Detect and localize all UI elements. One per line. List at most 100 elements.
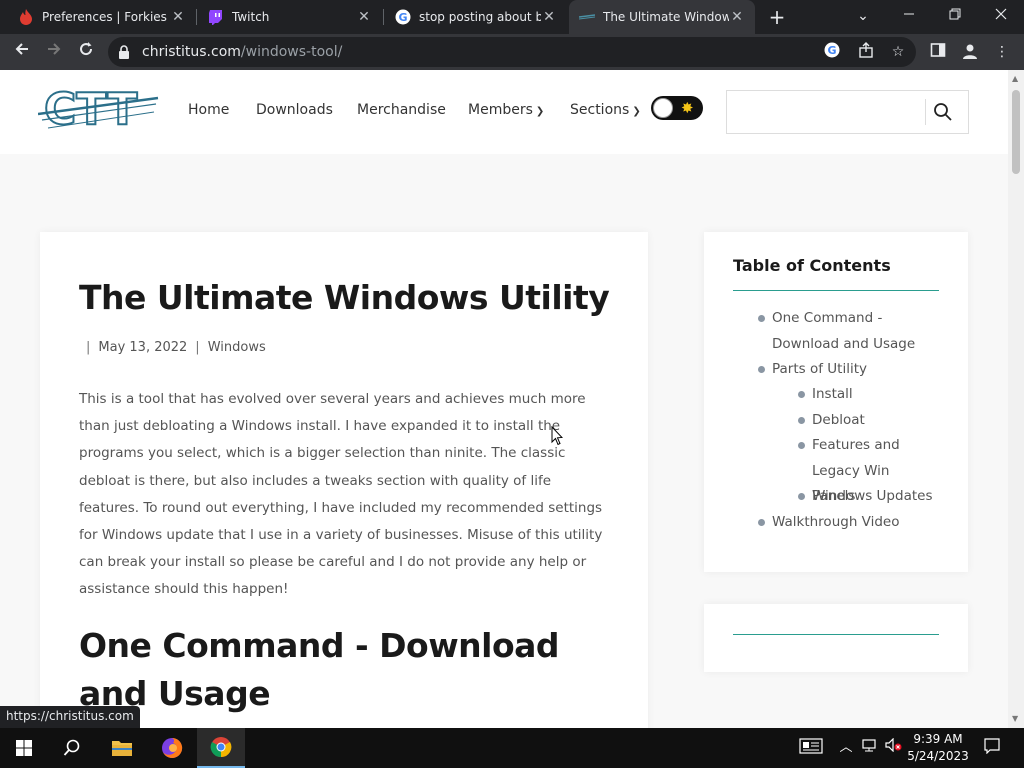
ctt-logo[interactable]: CTT [37, 83, 160, 136]
bullet-dot [758, 366, 765, 373]
search-input[interactable] [727, 91, 923, 133]
toc-item-label: Walkthrough Video [772, 514, 900, 530]
notifications-icon[interactable] [982, 738, 1002, 758]
status-bubble: https://christitus.com [0, 706, 140, 728]
tab-twitch[interactable]: Twitch ✕ [198, 0, 382, 34]
google-lens-icon[interactable]: G [822, 42, 842, 62]
post-category[interactable]: Windows [208, 340, 266, 355]
logo-text: CTT [44, 84, 137, 135]
toc-item-install[interactable]: Install [798, 382, 942, 408]
share-icon[interactable] [856, 42, 876, 62]
minimize-icon[interactable] [886, 0, 932, 34]
sidebar-widget [704, 604, 968, 672]
tab-title: Preferences | Forkies W [42, 10, 170, 24]
nav-sections[interactable]: Sections ❯ [570, 102, 641, 118]
toc-item-label: Debloat [812, 412, 865, 428]
flame-icon [18, 9, 34, 25]
forward-icon[interactable] [40, 38, 68, 66]
close-tab-icon[interactable]: ✕ [170, 9, 186, 25]
url-path: /windows-tool/ [240, 44, 343, 60]
profile-icon[interactable] [960, 42, 980, 62]
windows-taskbar: ︿ 9:39 AM 5/24/2023 [0, 728, 1024, 768]
theme-toggle[interactable]: ✸ [651, 96, 703, 120]
toggle-knob [653, 98, 673, 118]
tab-preferences[interactable]: Preferences | Forkies W ✕ [8, 0, 196, 34]
google-icon: G [395, 9, 411, 25]
nav-downloads[interactable]: Downloads [256, 102, 333, 118]
nav-merchandise[interactable]: Merchandise [357, 102, 446, 118]
page-scrollbar[interactable]: ▲ ▼ [1008, 70, 1024, 728]
network-icon[interactable] [860, 738, 880, 758]
back-icon[interactable] [8, 38, 36, 66]
toc-item-parts-of-utility[interactable]: Parts of Utility [758, 357, 922, 383]
reload-icon[interactable] [72, 38, 100, 66]
browser-toolbar: christitus.com/windows-tool/ G ☆ ⋮ [0, 34, 1024, 70]
toc-item-walkthrough[interactable]: Walkthrough Video [758, 510, 952, 536]
scroll-up-icon[interactable]: ▲ [1012, 74, 1018, 83]
nav-members-label: Members [468, 102, 533, 118]
site-search [726, 90, 969, 134]
toc-divider [733, 290, 939, 291]
toc-title: Table of Contents [733, 256, 891, 275]
close-window-icon[interactable] [978, 0, 1024, 34]
tab-divider [196, 9, 197, 25]
firefox-icon[interactable] [148, 728, 196, 768]
tab-title: Twitch [232, 10, 270, 24]
side-panel-icon[interactable] [928, 42, 948, 62]
post-meta: | May 13, 2022 | Windows [86, 340, 266, 355]
toc-item-label: Install [812, 386, 853, 402]
twitch-icon [208, 9, 224, 25]
meta-separator: | [86, 340, 91, 355]
mouse-cursor-icon [551, 425, 564, 446]
tab-title: The Ultimate Windows [603, 10, 729, 24]
chevron-down-icon: ❯ [535, 106, 545, 117]
windows-start-icon[interactable] [0, 728, 48, 768]
file-explorer-icon[interactable] [98, 728, 146, 768]
toc-item-windows-updates[interactable]: Windows Updates [798, 484, 952, 510]
search-icon[interactable] [48, 728, 96, 768]
toc-item-debloat[interactable]: Debloat [798, 408, 942, 434]
chevron-down-icon: ❯ [632, 106, 641, 117]
bullet-dot [758, 315, 765, 322]
tab-ultimate-windows[interactable]: The Ultimate Windows ✕ [569, 0, 755, 34]
close-tab-icon[interactable]: ✕ [729, 9, 745, 25]
meta-separator: | [195, 340, 200, 355]
page-title: The Ultimate Windows Utility [79, 278, 610, 317]
post-date: May 13, 2022 [98, 340, 188, 355]
bullet-dot [798, 442, 805, 449]
sun-icon: ✸ [681, 99, 694, 117]
nav-sections-label: Sections [570, 102, 630, 118]
table-of-contents: Table of Contents One Command - Download… [704, 232, 968, 572]
widget-divider [733, 634, 939, 635]
intro-paragraph: This is a tool that has evolved over sev… [79, 391, 603, 598]
nav-home[interactable]: Home [188, 102, 229, 118]
ctt-icon [579, 9, 595, 25]
page-viewport: CTT Home Downloads Merchandise Members ❯ … [0, 70, 1008, 728]
bullet-dot [798, 391, 805, 398]
search-icon[interactable] [933, 102, 957, 122]
search-divider [925, 99, 926, 125]
lock-icon[interactable] [118, 44, 130, 59]
close-tab-icon[interactable]: ✕ [356, 9, 372, 25]
toc-item-label: Parts of Utility [772, 361, 867, 377]
tab-google[interactable]: G stop posting about bal ✕ [385, 0, 567, 34]
bookmark-star-icon[interactable]: ☆ [888, 42, 908, 62]
system-clock[interactable]: 9:39 AM 5/24/2023 [906, 731, 970, 765]
close-tab-icon[interactable]: ✕ [541, 9, 557, 25]
scroll-down-icon[interactable]: ▼ [1012, 714, 1018, 723]
chevron-up-icon[interactable]: ︿ [836, 738, 856, 758]
toc-item-label: Windows Updates [812, 488, 933, 504]
new-tab-button[interactable]: + [766, 4, 788, 30]
address-bar[interactable]: christitus.com/windows-tool/ G ☆ [108, 37, 916, 67]
menu-kebab-icon[interactable]: ⋮ [992, 42, 1012, 62]
restore-icon[interactable] [932, 0, 978, 34]
toc-item-one-command[interactable]: One Command - Download and Usage [758, 306, 922, 357]
scrollbar-thumb[interactable] [1012, 90, 1020, 174]
chrome-icon[interactable] [197, 728, 245, 768]
url-domain: christitus.com [142, 44, 241, 60]
bullet-dot [798, 493, 805, 500]
nav-members[interactable]: Members ❯ [468, 102, 544, 118]
tab-search-icon[interactable]: ⌄ [840, 0, 886, 34]
volume-muted-icon[interactable] [884, 737, 904, 758]
news-widget-icon[interactable] [798, 738, 824, 758]
